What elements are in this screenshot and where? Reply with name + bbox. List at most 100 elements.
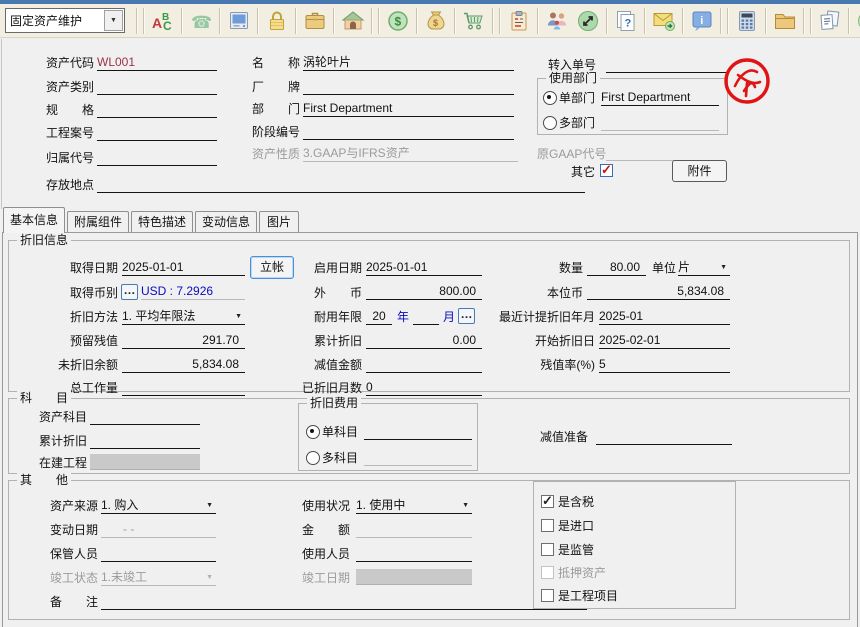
use-department-title: 使用部门 [546, 71, 600, 86]
undep-balance-input[interactable]: 5,834.08 [122, 356, 245, 373]
tab-feature-description[interactable]: 特色描述 [131, 211, 193, 232]
orig-gaap-input [606, 144, 721, 161]
useful-life-months-input[interactable] [413, 308, 439, 325]
chevron-down-icon[interactable]: ▼ [206, 501, 213, 511]
project-no-input[interactable] [97, 124, 217, 141]
calculator-icon[interactable] [731, 7, 762, 35]
toolbar-separator [682, 8, 683, 34]
stage-no-input[interactable] [303, 123, 514, 140]
single-department-input[interactable]: First Department [601, 89, 719, 106]
residual-rate-input[interactable]: 5 [599, 356, 730, 373]
amount-label: 金 额 [295, 522, 350, 538]
money-bag-icon[interactable]: $ [420, 7, 451, 35]
folder-icon[interactable] [769, 7, 800, 35]
briefcase-icon[interactable] [299, 7, 330, 35]
spell-check-icon[interactable]: A B C [147, 7, 178, 35]
usage-status-select[interactable]: 1. 使用中 ▼ [356, 497, 472, 514]
accum-account-input[interactable] [90, 432, 200, 449]
brand-input[interactable] [303, 78, 514, 95]
supervised-checkbox[interactable] [541, 543, 554, 556]
info-bubble-icon[interactable]: i [686, 7, 717, 35]
quantity-input[interactable]: 80.00 [587, 259, 646, 276]
chevron-down-icon[interactable]: ▼ [462, 501, 469, 511]
clipboard-icon[interactable] [503, 7, 534, 35]
module-selector-combobox[interactable]: 固定资产维护 ▼ [5, 8, 125, 33]
unit-label: 单位 [652, 260, 676, 276]
name-input[interactable]: 涡轮叶片 [303, 54, 514, 71]
location-label: 存放地点 [36, 177, 94, 193]
multi-department-radio[interactable] [543, 116, 557, 130]
accounts-title: 科 目 [17, 391, 71, 406]
tab-basic-info[interactable]: 基本信息 [3, 207, 65, 233]
chevron-down-icon[interactable]: ▼ [720, 263, 727, 273]
tax-included-checkbox[interactable] [541, 495, 554, 508]
remark-label: 备 注 [40, 594, 98, 610]
dep-begin-date-input[interactable]: 2025-02-01 [599, 332, 730, 349]
toolbar-separator [295, 8, 296, 34]
chevron-down-icon[interactable]: ▼ [235, 312, 242, 322]
asset-source-select[interactable]: 1. 购入 ▼ [101, 497, 216, 514]
accum-account-label: 累计折旧 [39, 433, 87, 449]
single-account-label: 单科目 [322, 424, 358, 440]
toolbar-separator [333, 8, 334, 34]
tab-change-info[interactable]: 变动信息 [195, 211, 257, 232]
custodian-input[interactable] [101, 545, 216, 562]
computer-icon[interactable] [223, 7, 254, 35]
other-checkbox[interactable] [600, 164, 613, 177]
expand-arrows-icon[interactable] [572, 7, 603, 35]
single-account-radio[interactable] [306, 425, 320, 439]
multi-account-label: 多科目 [322, 450, 358, 466]
toolbar-separator [810, 8, 811, 34]
user-input[interactable] [356, 545, 472, 562]
attachment-button[interactable]: 附件 [672, 160, 727, 182]
tab-attached-components[interactable]: 附属组件 [67, 211, 129, 232]
unit-select[interactable]: 片 ▼ [678, 259, 730, 276]
module-selector-value: 固定资产维护 [6, 12, 82, 29]
imported-checkbox[interactable] [541, 519, 554, 532]
single-department-radio[interactable] [543, 91, 557, 105]
asset-category-input[interactable] [97, 78, 217, 95]
salvage-input[interactable]: 291.70 [122, 332, 245, 349]
department-input[interactable]: First Department [303, 100, 514, 117]
home-icon[interactable] [337, 7, 368, 35]
location-input[interactable] [97, 176, 585, 193]
send-mail-icon[interactable] [648, 7, 679, 35]
chevron-down-icon[interactable]: ▼ [104, 10, 123, 31]
undep-balance-label: 未折旧余额 [30, 357, 118, 373]
belong-code-input[interactable] [97, 149, 217, 166]
spec-input[interactable] [97, 101, 217, 118]
asset-category-label: 资产类别 [36, 79, 94, 95]
usage-status-label: 使用状况 [295, 498, 350, 514]
remark-input[interactable] [101, 593, 587, 610]
lock-icon[interactable] [261, 7, 292, 35]
transfer-no-input[interactable] [606, 56, 726, 73]
shopping-cart-icon[interactable] [458, 7, 489, 35]
total-workload-input[interactable] [122, 379, 245, 396]
phone-icon[interactable]: ☎ [185, 7, 216, 35]
dollar-coin-icon[interactable]: $ [382, 7, 413, 35]
toolbar-separator [371, 8, 372, 34]
completion-date-label: 竣工日期 [295, 570, 350, 586]
tab-picture[interactable]: 图片 [259, 211, 299, 232]
multi-account-radio[interactable] [306, 451, 320, 465]
asset-account-input[interactable] [90, 408, 200, 425]
acq-date-input[interactable]: 2025-01-01 [122, 259, 245, 276]
dep-method-select[interactable]: 1. 平均年限法 ▼ [122, 308, 245, 325]
multi-account-input [364, 449, 472, 466]
project-item-checkbox[interactable] [541, 589, 554, 602]
copy-doc-icon[interactable] [814, 7, 845, 35]
help-doc-icon[interactable]: ? [610, 7, 641, 35]
change-date-input: - - [101, 521, 216, 538]
dep-method-value: 1. 平均年限法 [122, 309, 195, 323]
impair-reserve-input[interactable] [596, 428, 732, 445]
users-icon[interactable] [541, 7, 572, 35]
base-currency-input[interactable]: 5,834.08 [587, 283, 730, 300]
currency-ellipsis-button[interactable] [121, 284, 138, 300]
asset-code-input[interactable]: WL001 [97, 54, 217, 71]
last-dep-ym-input[interactable]: 2025-01 [599, 308, 730, 325]
check-circle-icon[interactable] [852, 7, 860, 35]
useful-life-years-input[interactable]: 20 [366, 308, 392, 325]
currency-value[interactable]: USD : 7.2926 [141, 283, 245, 300]
orig-gaap-label: 原GAAP代号 [537, 146, 606, 162]
single-account-input[interactable] [364, 423, 472, 440]
